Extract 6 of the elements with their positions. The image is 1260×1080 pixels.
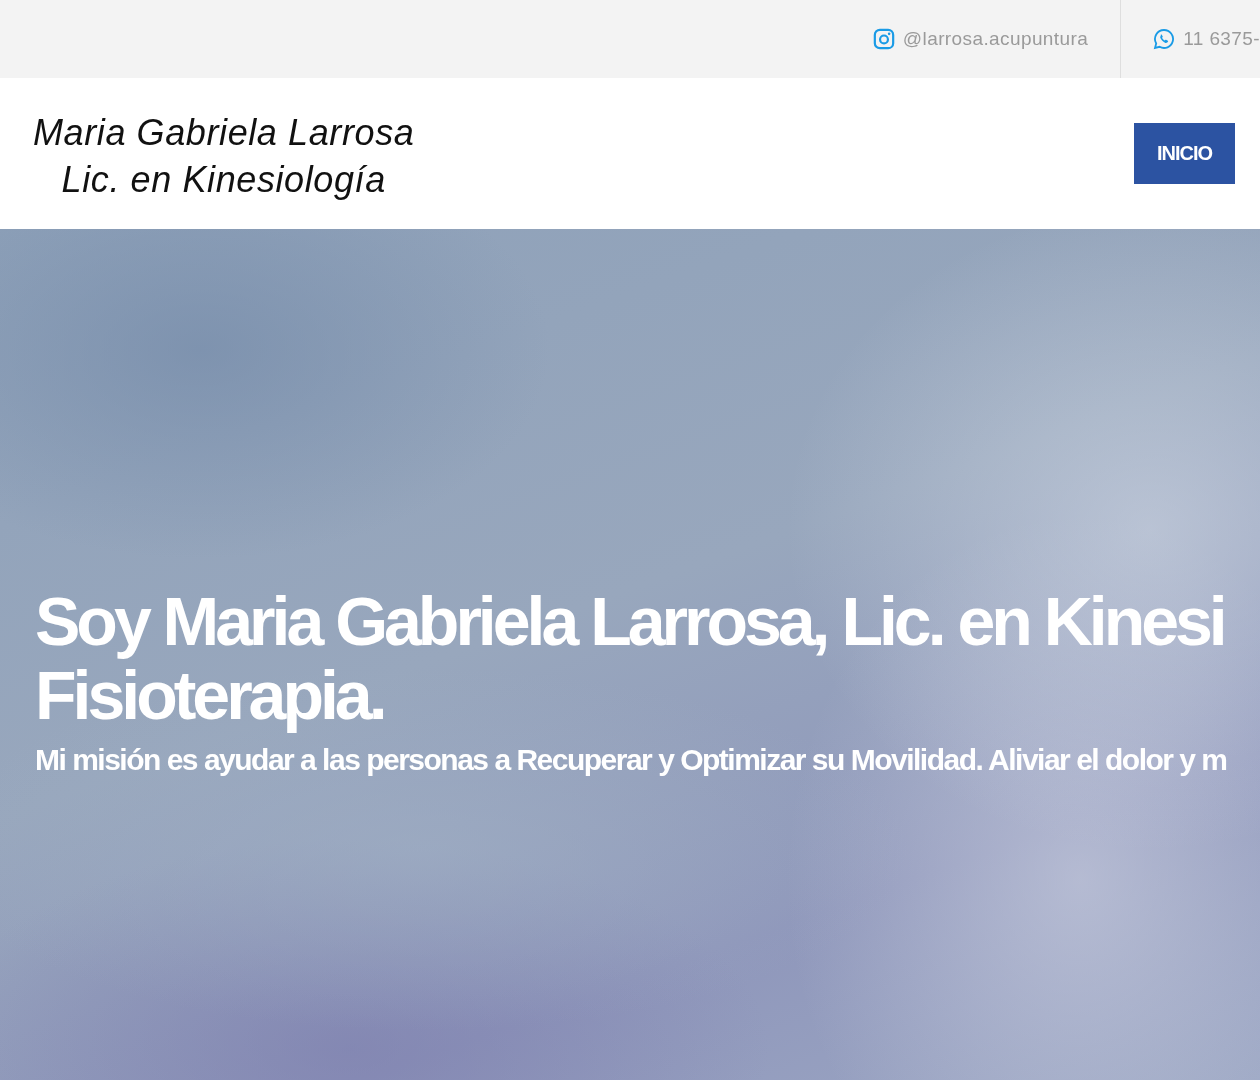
nav-link[interactable]: INICIO: [1133, 123, 1235, 184]
chat-phone-icon: [1153, 28, 1176, 50]
camera-icon: [872, 28, 895, 50]
hero-subtitle: Mi misión es ayudar a las personas a Recuperar y Optimizar su Movilidad. Aliviar el dolor y m: [35, 742, 1227, 778]
hero-title: Soy Maria Gabriela Larrosa, Lic. en Kinesi Fisioterapia.: [35, 584, 1225, 732]
site-logo[interactable]: Maria Gabriela Larrosa Lic. en Kinesiología: [33, 104, 415, 203]
